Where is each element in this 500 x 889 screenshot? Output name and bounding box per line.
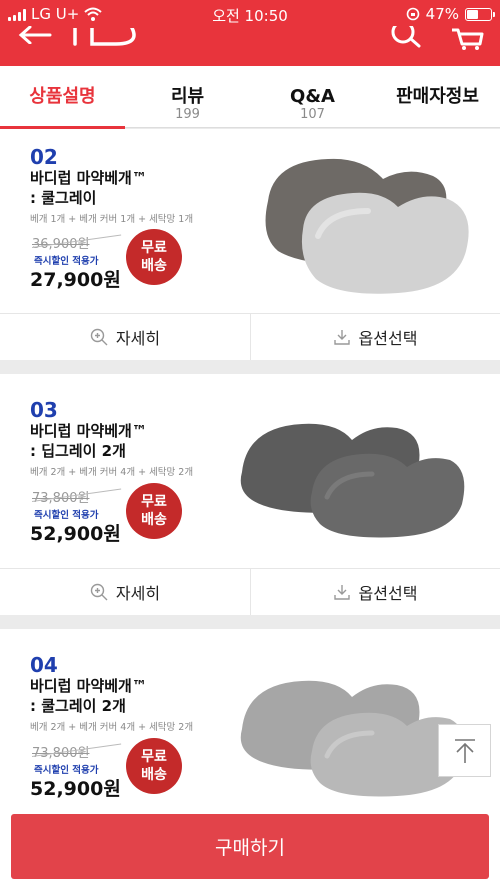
product-name: 바디럽 마약베개™: [30, 169, 147, 187]
tab-label: 판매자정보: [396, 86, 479, 107]
tab-label: 상품설명: [29, 86, 96, 107]
detail-label: 자세히: [115, 584, 161, 603]
battery-percent: 47%: [425, 5, 459, 23]
tab-label: Q&A: [290, 86, 335, 107]
buy-button[interactable]: 구매하기: [11, 814, 489, 879]
pillow-image: [240, 423, 465, 538]
zoom-in-icon: [90, 583, 108, 601]
free-shipping-badge: 무료 배송: [126, 229, 182, 285]
tab-seller-info[interactable]: 판매자정보: [375, 66, 500, 128]
download-icon: [333, 585, 350, 600]
rotation-lock-icon: [406, 7, 419, 21]
option-select-button[interactable]: 옵션선택: [250, 569, 500, 615]
tab-count: 199: [175, 107, 200, 122]
tab-count: 107: [300, 107, 325, 122]
free-shipping-badge: 무료 배송: [126, 738, 182, 794]
badge-line: 배송: [141, 767, 167, 783]
status-bar: LG U+ 오전 10:50 47%: [0, 0, 500, 28]
option-label: 옵션선택: [358, 329, 418, 348]
product-card[interactable]: 02 바디럽 마약베개™ : 쿨그레이 베개 1개 + 베개 커버 1개 + 세…: [0, 129, 500, 313]
pillow-image: [240, 680, 465, 797]
badge-line: 무료: [141, 494, 167, 510]
product-description: 베개 2개 + 베개 커버 4개 + 세탁망 2개: [30, 467, 194, 478]
detail-button[interactable]: 자세히: [0, 314, 250, 360]
logo-icon: [73, 28, 136, 46]
badge-line: 무료: [141, 240, 167, 256]
top-bar: LG U+ 오전 10:50 47%: [0, 0, 500, 66]
zoom-in-icon: [90, 328, 108, 346]
search-icon[interactable]: [390, 26, 422, 48]
product-card[interactable]: 03 바디럽 마약베개™ : 딥그레이 2개 베개 2개 + 베개 커버 4개 …: [0, 374, 500, 568]
sale-price: 52,900원: [30, 778, 121, 800]
product-number: 02: [30, 145, 58, 169]
product-variant: : 딥그레이 2개: [30, 442, 126, 460]
product-name: 바디럽 마약베개™: [30, 422, 147, 440]
product-description: 베개 2개 + 베개 커버 4개 + 세탁망 2개: [30, 722, 194, 733]
tab-bar: 상품설명 리뷰 199 Q&A 107 판매자정보: [0, 66, 500, 129]
product-actions: 자세히 옵션선택: [0, 313, 500, 360]
download-icon: [333, 330, 350, 345]
tab-qna[interactable]: Q&A 107: [250, 66, 375, 128]
tab-product-description[interactable]: 상품설명: [0, 66, 125, 129]
product-variant: : 쿨그레이: [30, 189, 97, 207]
pillow-image: [265, 158, 469, 294]
product-actions: 자세히 옵션선택: [0, 568, 500, 615]
detail-button[interactable]: 자세히: [0, 569, 250, 615]
back-arrow-icon[interactable]: [18, 26, 52, 44]
product-variant: : 쿨그레이 2개: [30, 697, 126, 715]
product-name: 바디럽 마약베개™: [30, 677, 147, 695]
product-description: 베개 1개 + 베개 커버 1개 + 세탁망 1개: [30, 214, 194, 225]
product-number: 03: [30, 398, 58, 422]
badge-line: 배송: [141, 512, 167, 528]
detail-label: 자세히: [115, 329, 161, 348]
sale-price: 52,900원: [30, 523, 121, 545]
scroll-to-top-button[interactable]: [438, 724, 491, 777]
arrow-up-icon: [454, 738, 475, 763]
sale-price: 27,900원: [30, 269, 121, 291]
free-shipping-badge: 무료 배송: [126, 483, 182, 539]
badge-line: 무료: [141, 749, 167, 765]
bottom-bar: 구매하기: [0, 803, 500, 889]
option-select-button[interactable]: 옵션선택: [250, 314, 500, 360]
cart-icon[interactable]: [450, 26, 484, 50]
tab-label: 리뷰: [170, 86, 205, 107]
option-label: 옵션선택: [358, 584, 418, 603]
product-card[interactable]: 04 바디럽 마약베개™ : 쿨그레이 2개 베개 2개 + 베개 커버 4개 …: [0, 629, 500, 803]
tab-reviews[interactable]: 리뷰 199: [125, 66, 250, 128]
battery-icon: [465, 7, 495, 21]
product-number: 04: [30, 653, 58, 677]
badge-line: 배송: [141, 258, 167, 274]
